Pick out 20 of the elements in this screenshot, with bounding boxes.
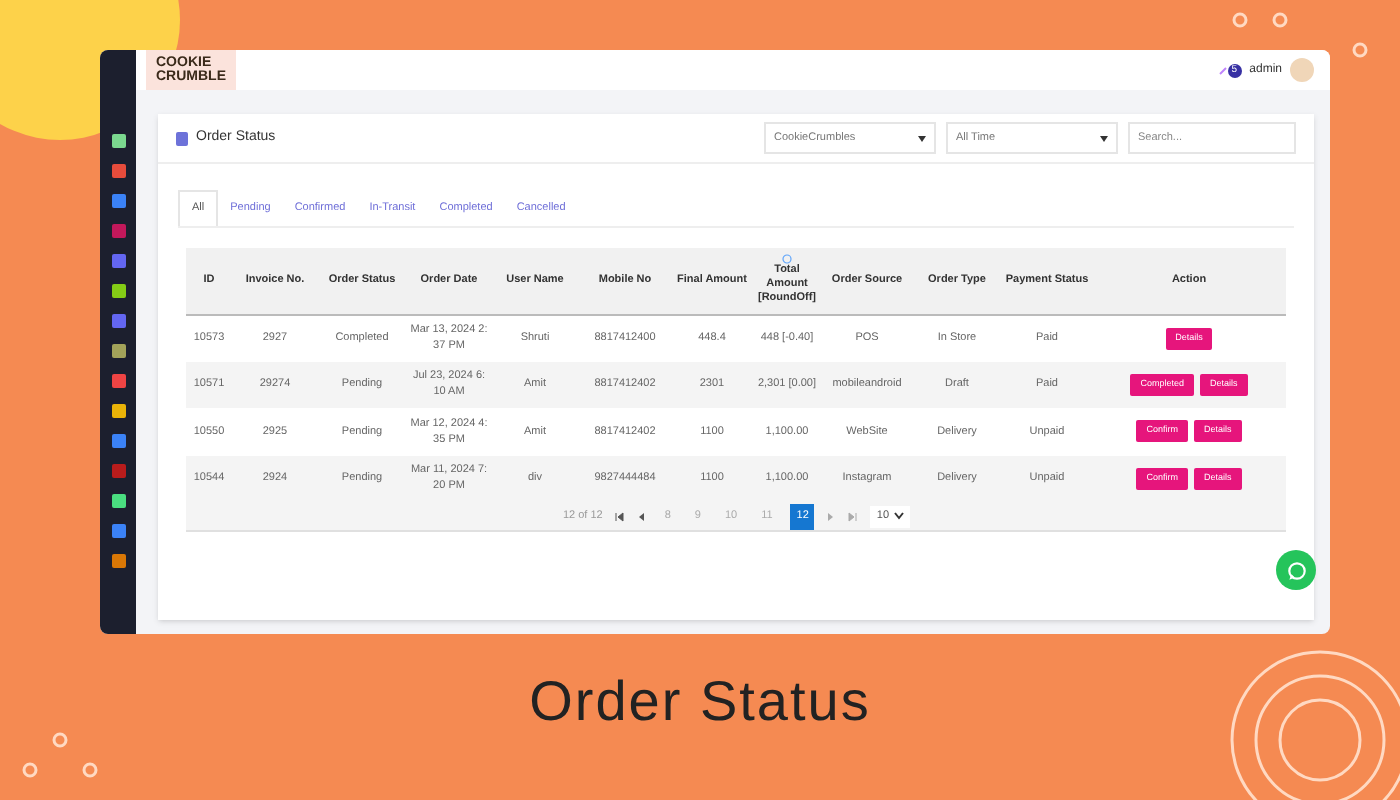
nav-icon[interactable]: [111, 524, 125, 538]
caret-icon: [918, 135, 926, 141]
nav-icon[interactable]: [111, 164, 125, 178]
nav-icon[interactable]: [111, 554, 125, 568]
nav-icon[interactable]: [111, 344, 125, 358]
nav-icon[interactable]: [111, 374, 125, 388]
nav-icon[interactable]: [111, 434, 125, 448]
nav-icon[interactable]: [111, 194, 125, 208]
previous-page-icon[interactable]: [636, 511, 647, 521]
clock-icon: [782, 254, 792, 265]
nav-icon[interactable]: [111, 494, 125, 508]
first-page-icon[interactable]: [614, 511, 625, 521]
nav-icon[interactable]: [111, 134, 125, 148]
nav-icon[interactable]: [111, 404, 125, 418]
nav-icon[interactable]: [111, 284, 125, 298]
chat-icon: [1285, 559, 1307, 581]
chevron-down-icon: [893, 512, 904, 520]
list-icon: [176, 131, 188, 145]
caret-icon: [1100, 135, 1108, 141]
caption: Order Status: [529, 668, 871, 736]
